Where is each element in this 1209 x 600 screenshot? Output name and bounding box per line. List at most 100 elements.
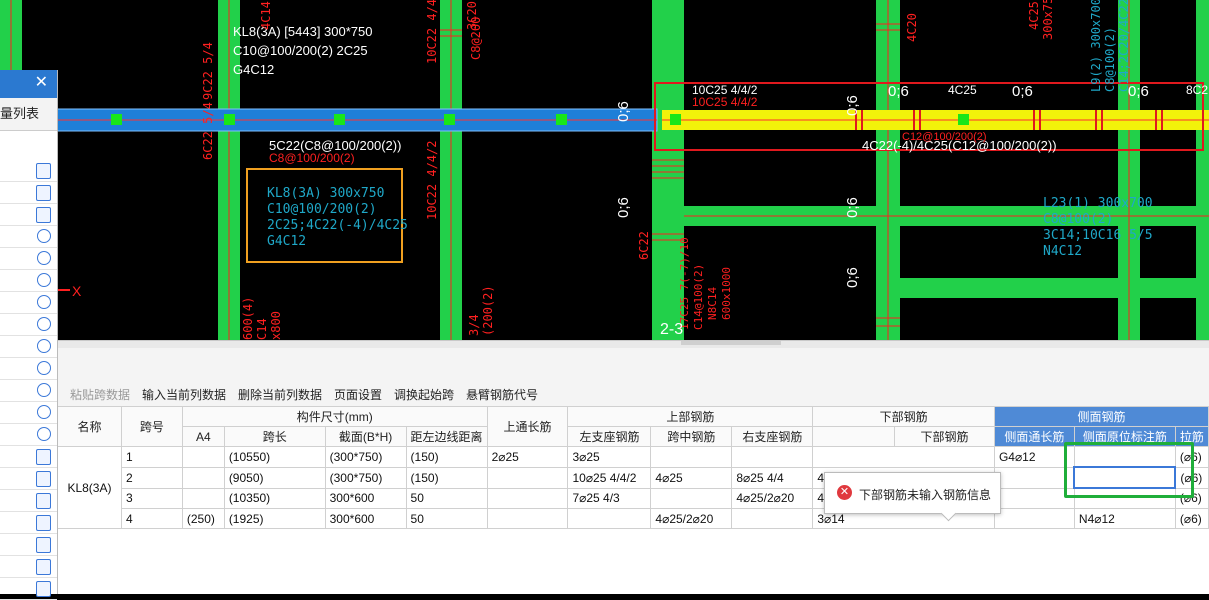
table-cell-right[interactable]: 8⌀25 4/4: [731, 466, 814, 489]
table-cell-tie[interactable]: (⌀6): [1174, 508, 1209, 529]
panel-list-item[interactable]: [0, 512, 57, 534]
panel-list-item[interactable]: [0, 446, 57, 468]
paste-span-data-button[interactable]: 粘贴跨数据: [70, 386, 130, 403]
table-cell-sec[interactable]: (300*750): [324, 446, 407, 468]
grip-point[interactable]: [670, 114, 681, 125]
table-cell-dist[interactable]: 50: [405, 487, 488, 509]
target-icon[interactable]: [37, 295, 51, 309]
table-cell-top[interactable]: [486, 508, 569, 529]
target-icon[interactable]: [37, 229, 51, 243]
grip-point[interactable]: [958, 114, 969, 125]
table-cell-local[interactable]: [1073, 446, 1176, 468]
table-cell-mid[interactable]: 4⌀25/2⌀20: [650, 508, 733, 529]
cad-drawing-canvas[interactable]: KL8(3A) [5443] 300*750 C10@100/200(2) 2C…: [0, 0, 1209, 340]
panel-list-item[interactable]: [0, 336, 57, 358]
document-icon[interactable]: [36, 471, 51, 487]
table-cell-top[interactable]: [486, 487, 569, 509]
table-cell-top[interactable]: 2⌀25: [486, 446, 569, 468]
panel-list-item[interactable]: [0, 314, 57, 336]
document-icon[interactable]: [36, 449, 51, 465]
panel-list-item[interactable]: [0, 534, 57, 556]
table-cell-side[interactable]: [993, 508, 1075, 529]
input-column-data-button[interactable]: 输入当前列数据: [142, 386, 226, 403]
delete-column-data-button[interactable]: 删除当前列数据: [238, 386, 322, 403]
table-cell-side[interactable]: G4⌀12: [993, 446, 1075, 468]
table-cell-local[interactable]: N4⌀12: [1073, 508, 1176, 529]
grip-point[interactable]: [224, 114, 235, 125]
table-cell-span[interactable]: 2: [120, 466, 183, 489]
table-cell-a4[interactable]: [181, 487, 225, 509]
document-icon[interactable]: [36, 537, 51, 553]
table-cell-local[interactable]: [1073, 487, 1176, 509]
table-cell-a4[interactable]: (250): [181, 508, 225, 529]
table-cell-tie[interactable]: (⌀6): [1174, 487, 1209, 509]
table-cell-span[interactable]: 3: [120, 487, 183, 509]
close-icon[interactable]: ✕: [35, 74, 48, 92]
target-icon[interactable]: [37, 273, 51, 287]
table-cell-dist[interactable]: 50: [405, 508, 488, 529]
document-icon[interactable]: [36, 559, 51, 575]
panel-list-item[interactable]: [0, 248, 57, 270]
table-cell-left[interactable]: 7⌀25 4/3: [567, 487, 652, 509]
panel-list-item[interactable]: [0, 226, 57, 248]
grip-point[interactable]: [111, 114, 122, 125]
table-cell-left[interactable]: 10⌀25 4/4/2: [567, 466, 652, 489]
document-icon[interactable]: [36, 515, 51, 531]
panel-list-item[interactable]: [0, 270, 57, 292]
panel-list-item[interactable]: [0, 358, 57, 380]
table-cell-local[interactable]: [1073, 466, 1177, 489]
table-cell-span[interactable]: 4: [120, 508, 183, 529]
table-cell-right[interactable]: 4⌀25/2⌀20: [731, 487, 814, 509]
table-cell-bot[interactable]: [812, 446, 995, 468]
table-cell-side[interactable]: [993, 487, 1075, 509]
table-cell-top[interactable]: [486, 466, 569, 489]
table-cell-tie[interactable]: (⌀6): [1174, 446, 1209, 468]
page-settings-button[interactable]: 页面设置: [334, 386, 382, 403]
target-icon[interactable]: [37, 405, 51, 419]
grip-point[interactable]: [444, 114, 455, 125]
table-cell-len[interactable]: (1925): [223, 508, 326, 529]
table-cell-mid[interactable]: 4⌀25: [650, 466, 733, 489]
table-cell-sec[interactable]: 300*600: [324, 487, 407, 509]
table-cell-len[interactable]: (10350): [223, 487, 326, 509]
table-cell-right[interactable]: [731, 446, 814, 468]
table-cell-a4[interactable]: [181, 446, 225, 468]
target-icon[interactable]: [37, 427, 51, 441]
grip-point[interactable]: [556, 114, 567, 125]
panel-list-item[interactable]: [0, 402, 57, 424]
document-icon[interactable]: [36, 207, 51, 223]
table-cell-span[interactable]: 1: [120, 446, 183, 468]
panel-list-item[interactable]: [0, 490, 57, 512]
cantilever-code-button[interactable]: 悬臂钢筋代号: [466, 386, 538, 403]
splitter-grip[interactable]: [681, 341, 781, 345]
target-icon[interactable]: [37, 339, 51, 353]
table-cell-sec[interactable]: (300*750): [324, 466, 407, 489]
panel-list-item[interactable]: [0, 578, 57, 600]
beam-name-cell[interactable]: KL8(3A): [57, 446, 122, 529]
document-icon[interactable]: [36, 185, 51, 201]
table-cell-a4[interactable]: [181, 466, 225, 489]
table-cell-left[interactable]: 3⌀25: [567, 446, 652, 468]
table-cell-dist[interactable]: (150): [405, 446, 488, 468]
document-icon[interactable]: [36, 493, 51, 509]
panel-list-item[interactable]: [0, 556, 57, 578]
table-cell-mid[interactable]: [650, 487, 733, 509]
panel-list-item[interactable]: [0, 424, 57, 446]
document-icon[interactable]: [36, 163, 51, 179]
panel-list-item[interactable]: [0, 182, 57, 204]
document-icon[interactable]: [36, 581, 51, 597]
target-icon[interactable]: [37, 251, 51, 265]
panel-list-item[interactable]: [0, 292, 57, 314]
table-cell-tie[interactable]: (⌀6): [1174, 466, 1209, 489]
table-cell-right[interactable]: [731, 508, 814, 529]
table-cell-len[interactable]: (10550): [223, 446, 326, 468]
table-cell-dist[interactable]: (150): [405, 466, 488, 489]
panel-tab-label[interactable]: 量列表: [0, 98, 57, 131]
target-icon[interactable]: [37, 361, 51, 375]
table-cell-left[interactable]: [567, 508, 652, 529]
target-icon[interactable]: [37, 317, 51, 331]
panel-list-item[interactable]: [0, 204, 57, 226]
panel-list-item[interactable]: [0, 468, 57, 490]
grip-point[interactable]: [334, 114, 345, 125]
table-cell-side[interactable]: [993, 466, 1075, 489]
